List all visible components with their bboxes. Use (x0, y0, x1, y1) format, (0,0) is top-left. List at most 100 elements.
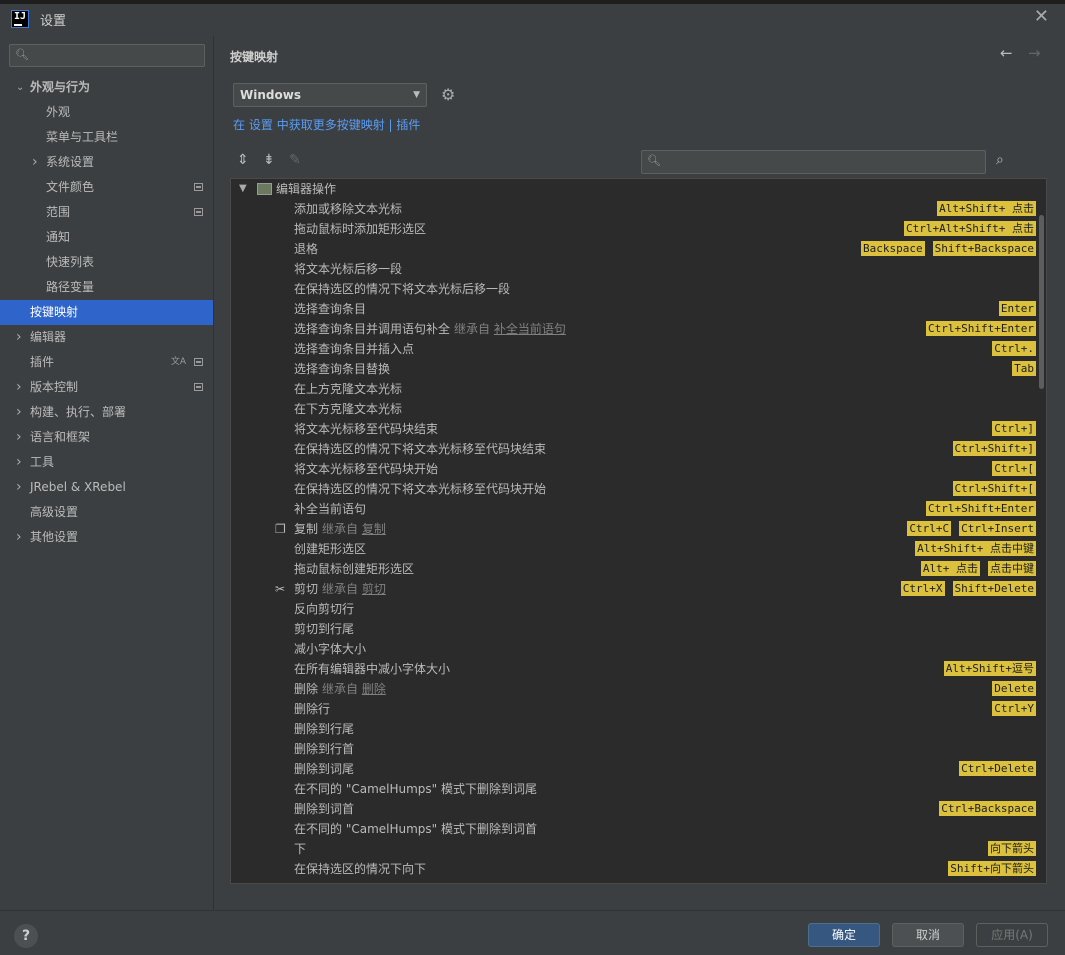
action-row[interactable]: 删除到词尾 Ctrl+Delete (231, 759, 1036, 779)
action-label: 在保持选区的情况下向下 (294, 859, 426, 879)
action-row[interactable]: 添加或移除文本光标 Alt+Shift+ 点击 (231, 199, 1036, 219)
action-row[interactable]: 将文本光标移至代码块结束 Ctrl+] (231, 419, 1036, 439)
inherit-link[interactable]: 剪切 (362, 582, 386, 596)
close-icon[interactable]: ✕ (1034, 6, 1049, 27)
action-row[interactable]: 剪切到行尾 (231, 619, 1036, 639)
chevron-right-icon[interactable]: › (16, 525, 22, 550)
back-arrow-icon[interactable]: ← (1000, 44, 1013, 62)
apply-button[interactable]: 应用(A) (976, 923, 1048, 947)
action-name: 减小字体大小 (294, 642, 367, 656)
chevron-right-icon[interactable]: › (16, 400, 22, 425)
action-row[interactable]: 删除 继承自 删除 Delete (231, 679, 1036, 699)
sidebar-item[interactable]: 通知 (0, 225, 213, 250)
action-row[interactable]: 在不同的 "CamelHumps" 模式下删除到词首 (231, 819, 1036, 839)
action-name: 下 (294, 842, 307, 856)
inherit-link[interactable]: 复制 (362, 522, 386, 536)
chevron-right-icon[interactable]: › (16, 450, 22, 475)
sidebar-item[interactable]: › 其他设置 (0, 525, 213, 550)
action-row[interactable]: 选择查询条目 Enter (231, 299, 1036, 319)
action-row[interactable]: ❐ 复制 继承自 复制 Ctrl+C Ctrl+Insert (231, 519, 1036, 539)
sidebar-item[interactable]: › JRebel & XRebel (0, 475, 213, 500)
action-row[interactable]: 在保持选区的情况下将文本光标移至代码块结束 Ctrl+Shift+] (231, 439, 1036, 459)
intellij-app-icon: IJ (11, 10, 29, 28)
action-name: 拖动鼠标时添加矩形选区 (294, 222, 427, 236)
sidebar-item[interactable]: › 构建、执行、部署 (0, 400, 213, 425)
sidebar-item[interactable]: 插件 文A (0, 350, 213, 375)
action-row[interactable]: 选择查询条目并调用语句补全 继承自 补全当前语句 Ctrl+Shift+Enter (231, 319, 1036, 339)
chevron-right-icon[interactable]: › (16, 475, 22, 500)
action-row[interactable]: 在下方克隆文本光标 (231, 399, 1036, 419)
action-row[interactable]: 下 向下箭头 (231, 839, 1036, 859)
shortcut-badge: 向下箭头 (988, 841, 1036, 856)
action-row[interactable]: 选择查询条目替换 Tab (231, 359, 1036, 379)
cancel-button[interactable]: 取消 (892, 923, 964, 947)
scrollbar[interactable] (1037, 179, 1046, 883)
action-label: 删除 继承自 删除 (294, 679, 386, 699)
sidebar-item[interactable]: 高级设置 (0, 500, 213, 525)
action-row[interactable]: 将文本光标移至代码块开始 Ctrl+[ (231, 459, 1036, 479)
action-row[interactable]: 拖动鼠标时添加矩形选区 Ctrl+Alt+Shift+ 点击 (231, 219, 1036, 239)
action-row[interactable]: 删除到行首 (231, 739, 1036, 759)
action-row[interactable]: ✂ 剪切 继承自 剪切 Ctrl+X Shift+Delete (231, 579, 1036, 599)
chevron-right-icon[interactable]: › (16, 375, 22, 400)
action-row[interactable]: 删除到词首 Ctrl+Backspace (231, 799, 1036, 819)
action-row[interactable]: 删除到行尾 (231, 719, 1036, 739)
sidebar-item[interactable]: 外观 (0, 100, 213, 125)
sidebar-item[interactable]: › 版本控制 (0, 375, 213, 400)
action-label: 添加或移除文本光标 (294, 199, 402, 219)
edit-shortcut-icon[interactable]: ✎ (289, 152, 301, 168)
chevron-right-icon[interactable]: › (32, 150, 38, 175)
inherit-link[interactable]: 删除 (362, 682, 386, 696)
action-row[interactable]: 在上方克隆文本光标 (231, 379, 1036, 399)
find-by-shortcut-icon[interactable]: ⌕ (996, 152, 1004, 168)
sidebar-item[interactable]: › 系统设置 (0, 150, 213, 175)
action-row[interactable]: 补全当前语句 Ctrl+Shift+Enter (231, 499, 1036, 519)
sidebar-item[interactable]: 菜单与工具栏 (0, 125, 213, 150)
shortcut-list: Alt+Shift+ 点击中键 (915, 541, 1036, 557)
action-label: 剪切到行尾 (294, 619, 354, 639)
sidebar-item[interactable]: 快速列表 (0, 250, 213, 275)
forward-arrow-icon[interactable]: → (1028, 44, 1041, 62)
inherit-link[interactable]: 补全当前语句 (494, 322, 566, 336)
sidebar-item[interactable]: › 编辑器 (0, 325, 213, 350)
keymap-select[interactable]: Windows ▼ (233, 83, 427, 107)
action-row[interactable]: 在保持选区的情况下将文本光标后移一段 (231, 279, 1036, 299)
chevron-right-icon[interactable]: › (16, 425, 22, 450)
action-row[interactable]: 创建矩形选区 Alt+Shift+ 点击中键 (231, 539, 1036, 559)
sidebar-item[interactable]: 范围 (0, 200, 213, 225)
shortcut-badge: Ctrl+C (907, 521, 952, 536)
settings-link[interactable]: 设置 (249, 118, 273, 132)
action-row[interactable]: 拖动鼠标创建矩形选区 Alt+ 点击 点击中键 (231, 559, 1036, 579)
action-row[interactable]: 在不同的 "CamelHumps" 模式下删除到词尾 (231, 779, 1036, 799)
action-row[interactable]: 在保持选区的情况下将文本光标移至代码块开始 Ctrl+Shift+[ (231, 479, 1036, 499)
sidebar-item[interactable]: 路径变量 (0, 275, 213, 300)
action-row[interactable]: 减小字体大小 (231, 639, 1036, 659)
action-row[interactable]: 在保持选区的情况下向下 Shift+向下箭头 (231, 859, 1036, 879)
group-row[interactable]: ▼ 编辑器操作 (231, 179, 1036, 199)
ok-button[interactable]: 确定 (808, 923, 880, 947)
action-row[interactable]: 退格 Backspace Shift+Backspace (231, 239, 1036, 259)
chevron-down-icon[interactable]: ⌄ (16, 75, 24, 100)
sidebar-item[interactable]: ⌄ 外观与行为 (0, 75, 213, 100)
expand-all-icon[interactable]: ⇕ (237, 152, 249, 168)
collapse-all-icon[interactable]: ⇟ (263, 152, 275, 168)
plugins-link[interactable]: 插件 (396, 118, 420, 132)
sidebar-item[interactable]: › 语言和框架 (0, 425, 213, 450)
action-row[interactable]: 反向剪切行 (231, 599, 1036, 619)
project-level-icon (194, 183, 203, 191)
action-row[interactable]: 选择查询条目并插入点 Ctrl+. (231, 339, 1036, 359)
action-row[interactable]: 将文本光标后移一段 (231, 259, 1036, 279)
sidebar-item[interactable]: › 工具 (0, 450, 213, 475)
chevron-down-icon[interactable]: ▼ (239, 179, 247, 199)
gear-icon[interactable]: ⚙ (441, 85, 455, 104)
keymap-search-input[interactable]: 🔍︎ (641, 150, 986, 174)
sidebar-item[interactable]: 文件颜色 (0, 175, 213, 200)
chevron-right-icon[interactable]: › (16, 325, 22, 350)
scrollbar-thumb[interactable] (1039, 215, 1044, 389)
sidebar-search-input[interactable]: 🔍︎ (9, 44, 205, 67)
sidebar-item[interactable]: 按键映射 (0, 300, 213, 325)
action-row[interactable]: 删除行 Ctrl+Y (231, 699, 1036, 719)
help-button[interactable]: ? (14, 924, 38, 948)
action-row[interactable]: 在所有编辑器中减小字体大小 Alt+Shift+逗号 (231, 659, 1036, 679)
shortcut-badge: Alt+ 点击 (920, 561, 980, 576)
